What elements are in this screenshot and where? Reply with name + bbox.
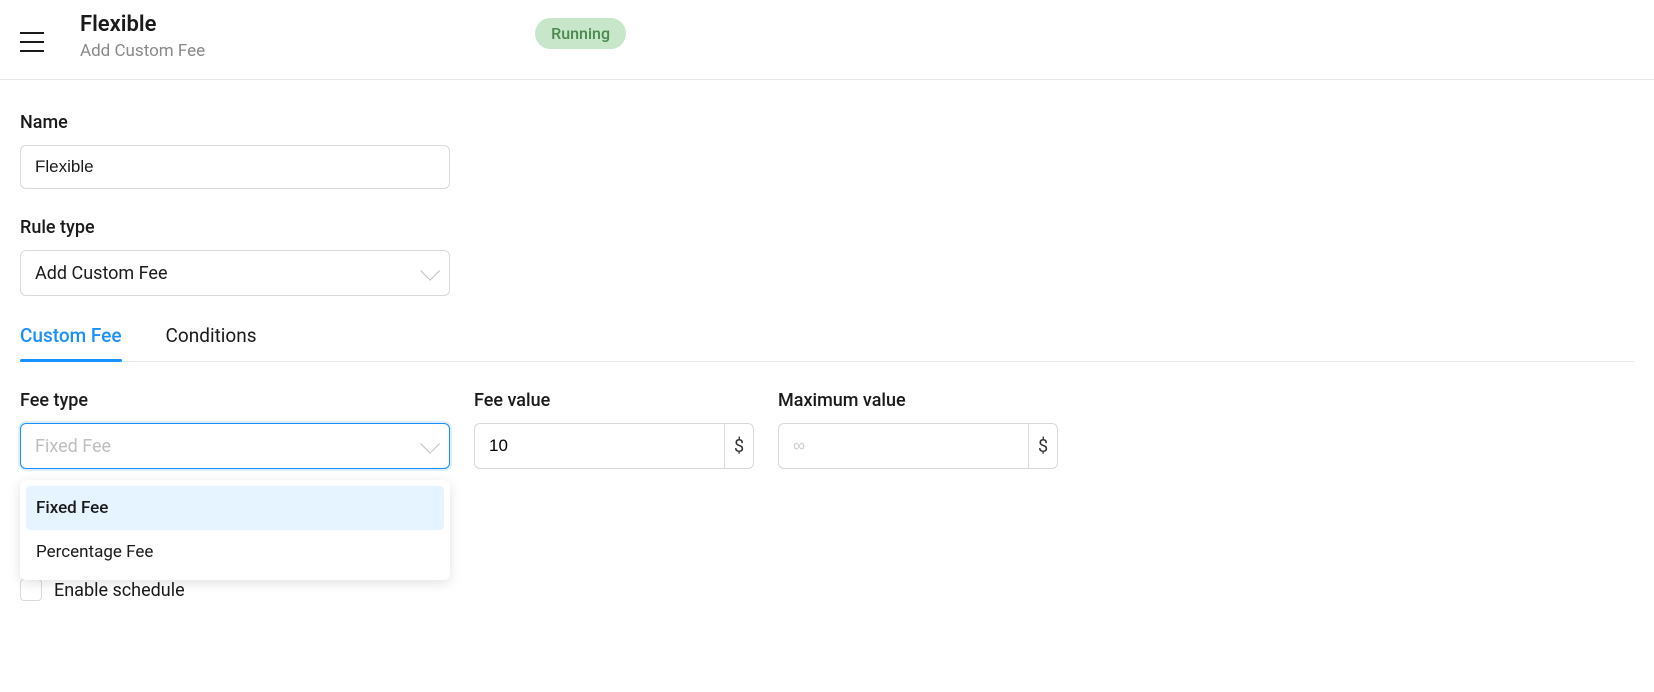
maximum-value-currency: $ (1028, 423, 1058, 469)
name-field-group: Name (20, 112, 1634, 189)
dropdown-option-percentage-fee[interactable]: Percentage Fee (26, 530, 444, 574)
main-content: Name Rule type Add Custom Fee Custom Fee… (0, 80, 1654, 633)
chevron-down-icon (420, 261, 440, 281)
fee-type-placeholder: Fixed Fee (35, 436, 111, 457)
enable-schedule-checkbox[interactable] (20, 579, 42, 601)
name-input[interactable] (20, 145, 450, 189)
tab-conditions[interactable]: Conditions (166, 324, 257, 361)
page-title: Flexible (80, 12, 205, 37)
tab-custom-fee[interactable]: Custom Fee (20, 324, 122, 361)
fee-value-currency: $ (724, 423, 754, 469)
rule-type-label: Rule type (20, 217, 1634, 238)
fee-row: Fee type Fixed Fee Fixed Fee Percentage … (20, 390, 1634, 469)
enable-schedule-row: Enable schedule (20, 579, 1634, 601)
page-subtitle: Add Custom Fee (80, 41, 205, 61)
name-label: Name (20, 112, 1634, 133)
maximum-value-input[interactable] (778, 423, 1028, 469)
page-header: Flexible Add Custom Fee Running (0, 0, 1654, 80)
fee-type-select[interactable]: Fixed Fee (20, 423, 450, 469)
status-badge: Running (535, 18, 626, 49)
fee-type-label: Fee type (20, 390, 450, 411)
fee-value-col: Fee value $ (474, 390, 754, 469)
fee-type-dropdown: Fixed Fee Percentage Fee (20, 480, 450, 580)
fee-value-label: Fee value (474, 390, 754, 411)
rule-type-value: Add Custom Fee (35, 263, 168, 284)
fee-type-col: Fee type Fixed Fee Fixed Fee Percentage … (20, 390, 450, 469)
fee-value-input[interactable] (474, 423, 724, 469)
maximum-value-input-group: $ (778, 423, 1058, 469)
tabs: Custom Fee Conditions (20, 324, 1634, 362)
enable-schedule-label: Enable schedule (54, 580, 185, 601)
maximum-value-label: Maximum value (778, 390, 1058, 411)
rule-type-select[interactable]: Add Custom Fee (20, 250, 450, 296)
maximum-value-col: Maximum value $ (778, 390, 1058, 469)
chevron-down-icon (420, 434, 440, 454)
fee-value-input-group: $ (474, 423, 754, 469)
hamburger-menu-icon[interactable] (20, 32, 44, 52)
dropdown-option-fixed-fee[interactable]: Fixed Fee (26, 486, 444, 530)
rule-type-field-group: Rule type Add Custom Fee (20, 217, 1634, 296)
title-block: Flexible Add Custom Fee (80, 12, 205, 61)
